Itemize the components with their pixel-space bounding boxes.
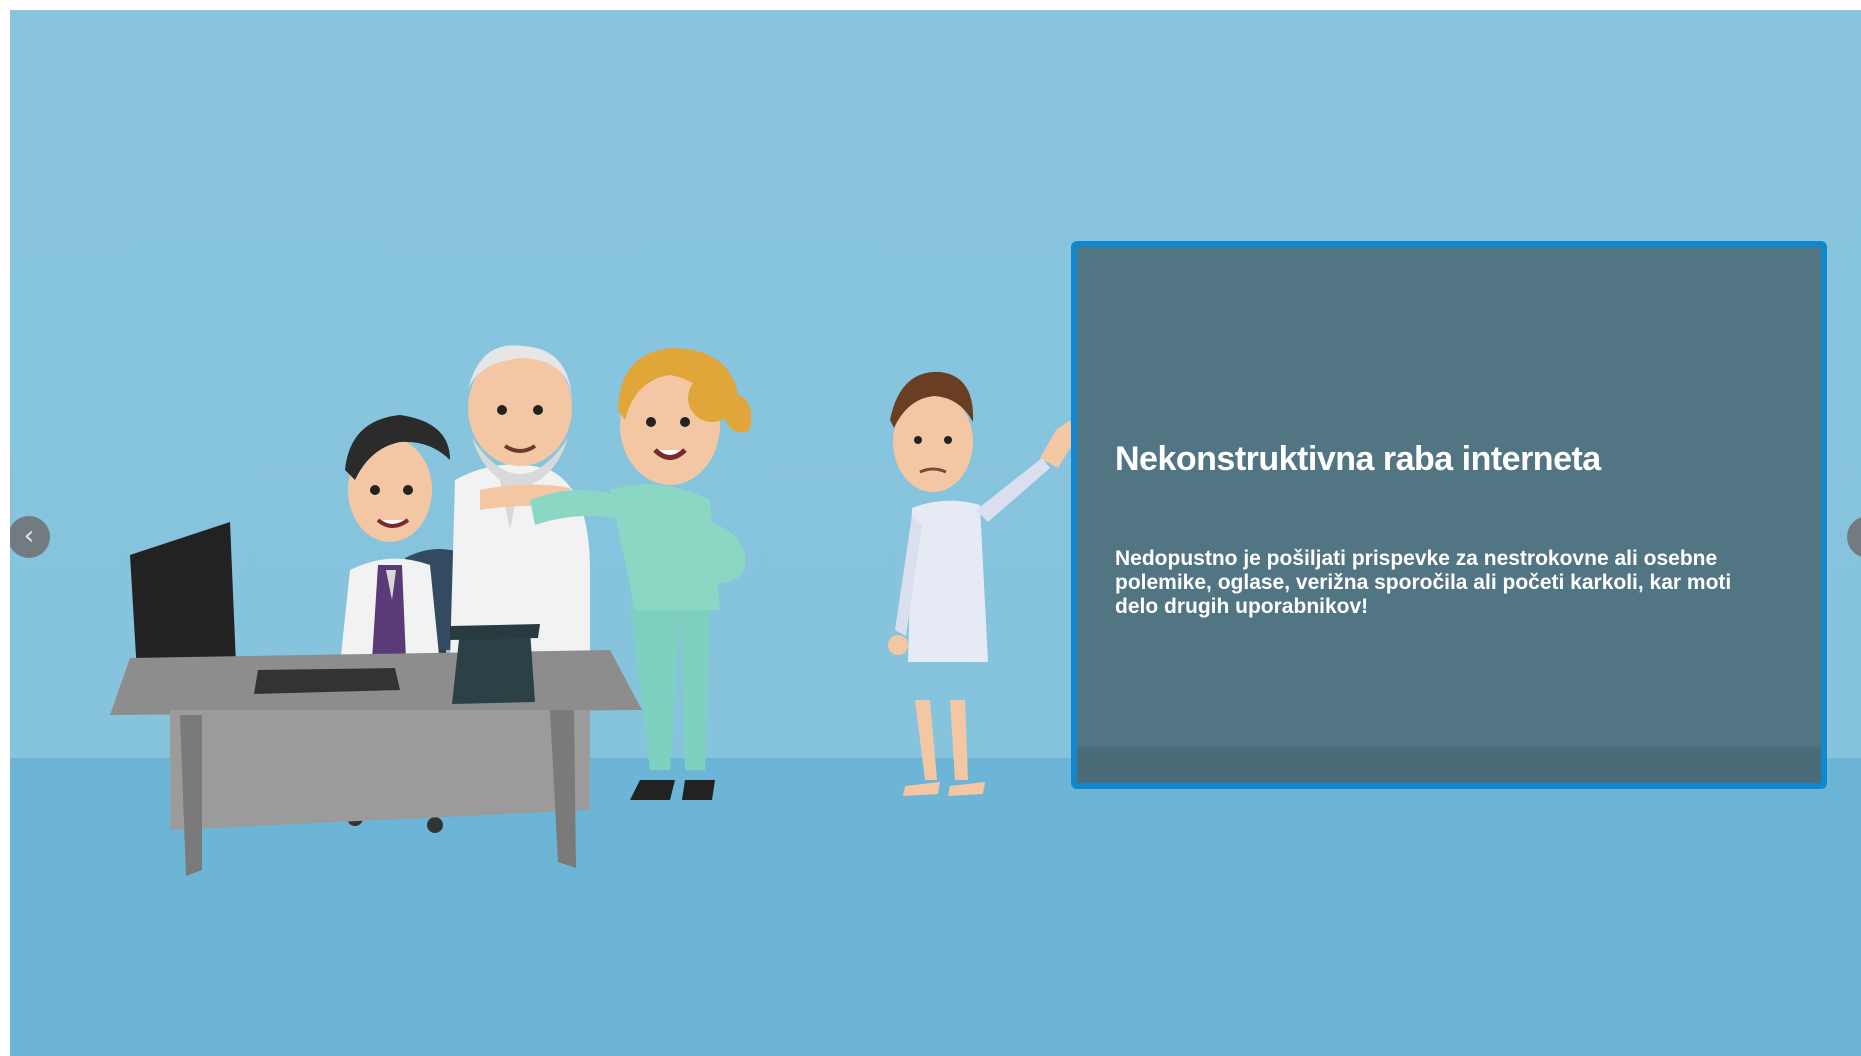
previous-slide-button[interactable]: ‹ (10, 516, 50, 558)
panel-bottom-strip (1077, 747, 1821, 783)
slide-frame: ‹ › Nekonstruktivna raba interneta Nedop… (10, 10, 1861, 1056)
panel-title: Nekonstruktivna raba interneta (1115, 440, 1601, 478)
patient-figure (888, 371, 1075, 796)
chevron-left-icon: ‹ (23, 521, 35, 551)
info-panel: Nekonstruktivna raba interneta Nedopustn… (1071, 241, 1827, 789)
panel-description: Nedopustno je pošiljati prispevke za nes… (1115, 547, 1732, 618)
young-doctor-figure (340, 415, 450, 665)
office-desk (110, 624, 642, 876)
